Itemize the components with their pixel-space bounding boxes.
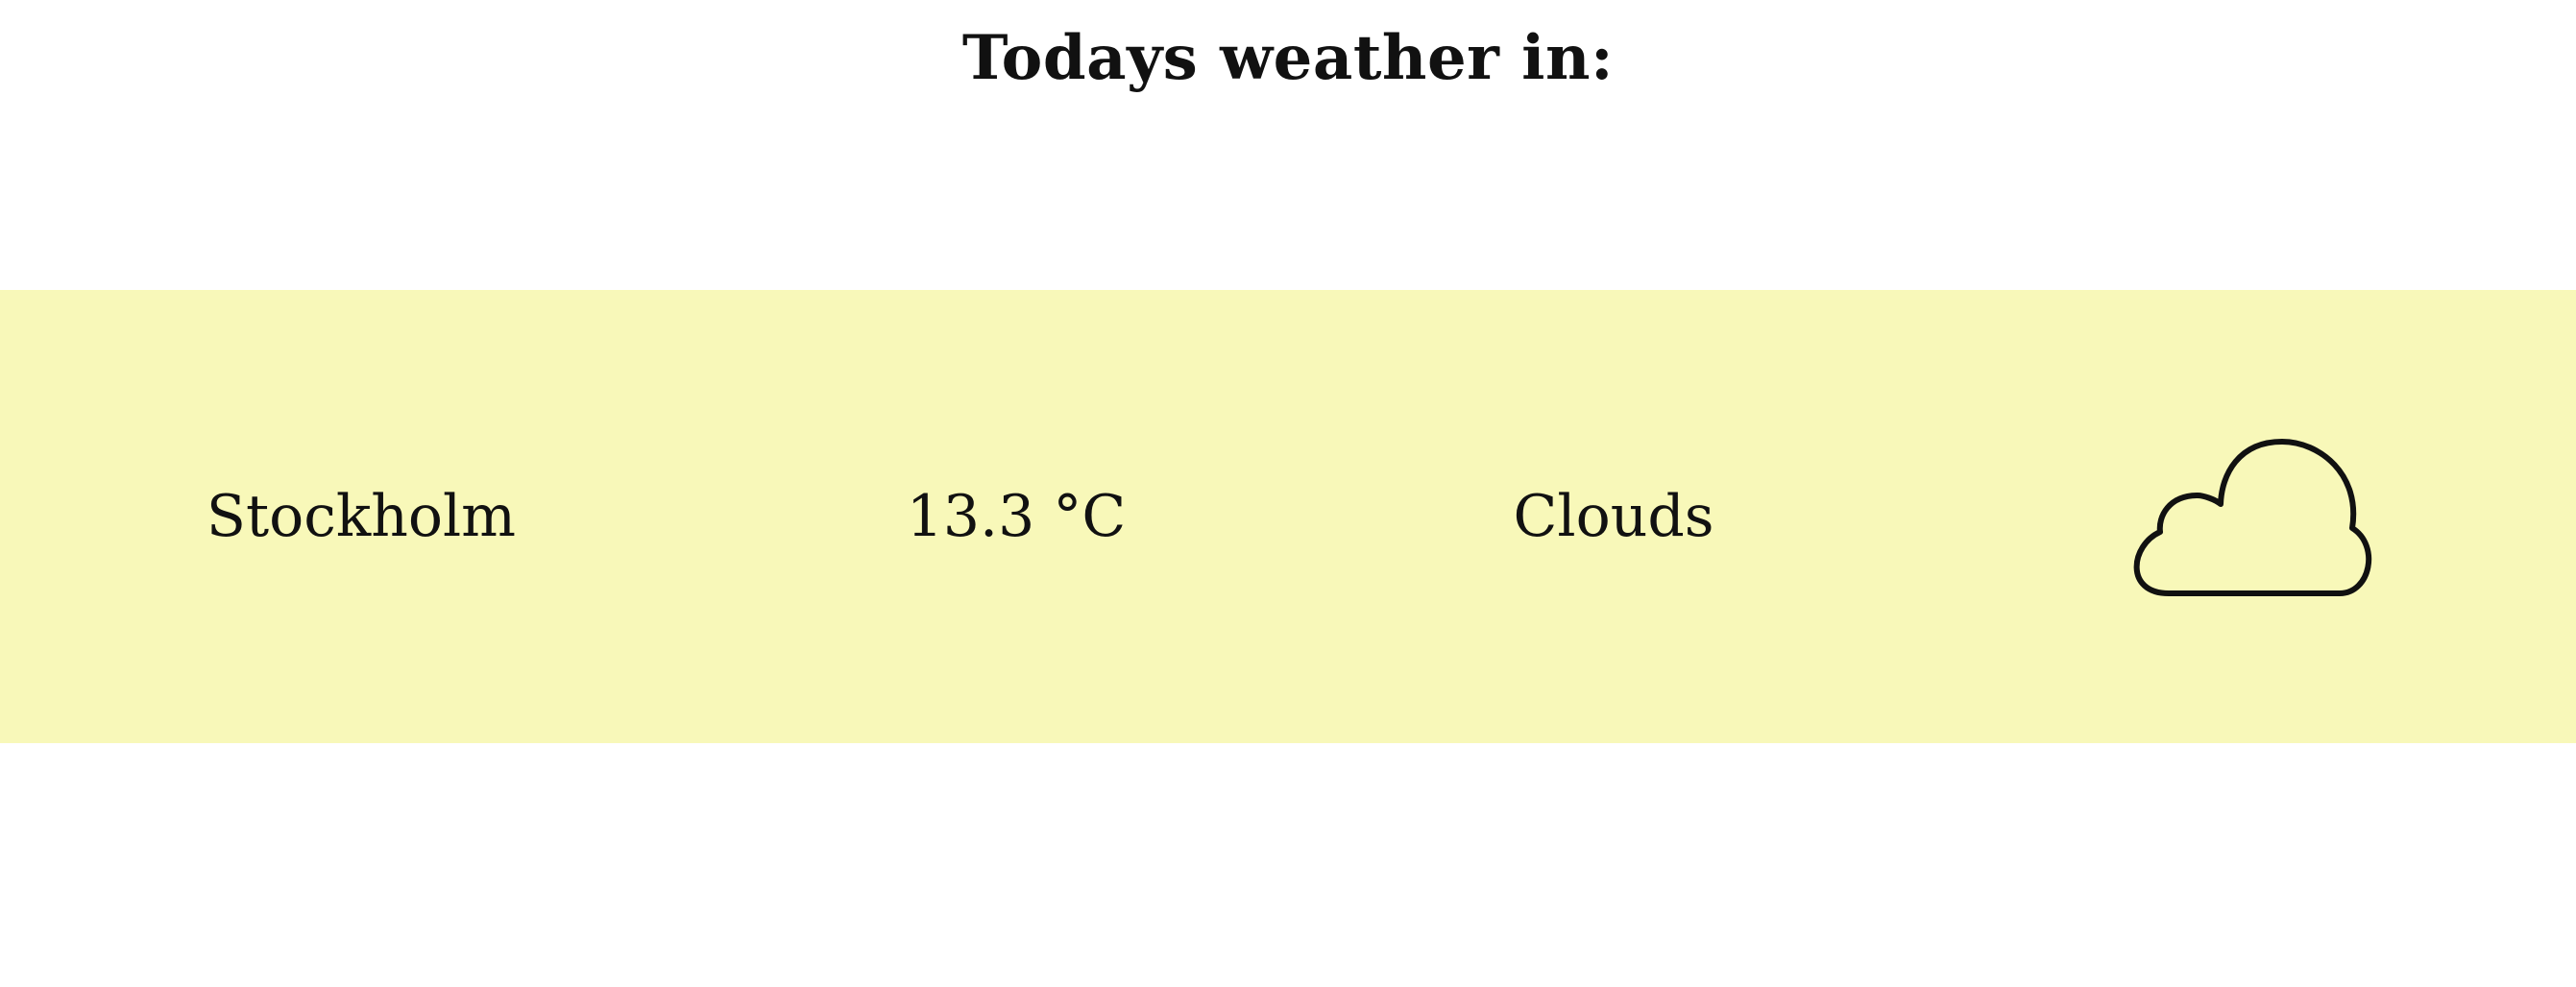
weather-condition: Clouds (1513, 483, 1714, 550)
weather-row: Stockholm 13.3 °C Clouds (0, 290, 2576, 743)
city-name: Stockholm (206, 483, 517, 550)
temperature-value: 13.3 °C (906, 483, 1127, 550)
page-title: Todays weather in: (961, 22, 1615, 94)
cloud-icon (2119, 290, 2378, 743)
